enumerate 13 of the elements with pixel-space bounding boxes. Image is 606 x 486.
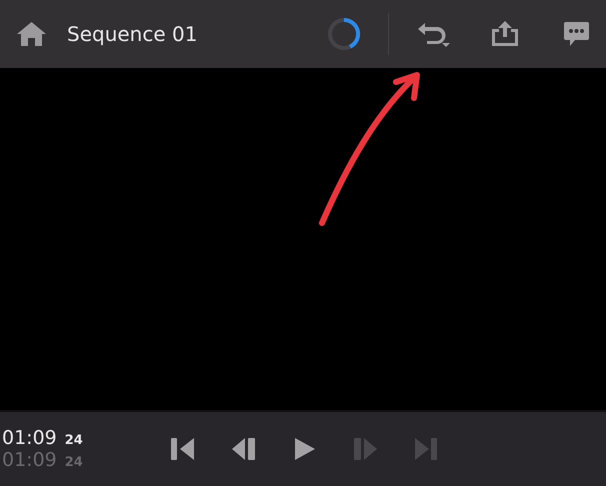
frame-count: 24 <box>64 455 83 470</box>
timecode: 01:09 <box>2 427 57 449</box>
timecode: 01:09 <box>2 449 57 471</box>
sequence-title: Sequence 01 <box>67 22 198 46</box>
comment-icon[interactable] <box>563 20 590 48</box>
loading-spinner-icon <box>326 16 362 52</box>
step-back-icon[interactable] <box>231 437 256 461</box>
share-icon[interactable] <box>491 21 519 47</box>
play-icon[interactable] <box>292 437 317 461</box>
go-to-start-icon[interactable] <box>170 437 195 461</box>
undo-icon[interactable] <box>417 21 451 47</box>
frame-count: 24 <box>64 433 83 448</box>
home-icon[interactable] <box>16 21 47 47</box>
